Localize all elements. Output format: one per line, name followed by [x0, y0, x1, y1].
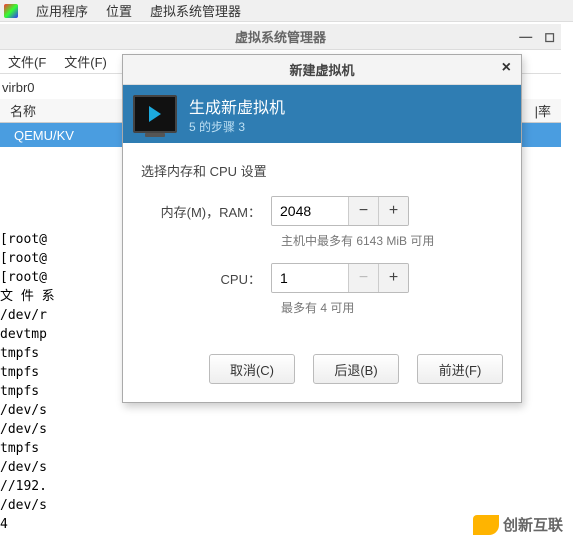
ram-label: 内存(M)，RAM： [141, 202, 271, 221]
dialog-banner: 生成新虚拟机 5 的步骤 3 [123, 85, 521, 143]
section-label: 选择内存和 CPU 设置 [141, 161, 503, 180]
terminal-output: [root@ [root@ [root@ 文 件 系 /dev/r devtmp… [0, 230, 55, 534]
ram-input[interactable] [272, 197, 348, 225]
brand-watermark: 创新互联 [473, 514, 563, 535]
ram-spinner: − + [271, 196, 409, 226]
brand-logo-icon [473, 515, 499, 535]
ram-plus-button[interactable]: + [378, 197, 408, 225]
close-icon[interactable]: × [502, 59, 511, 77]
cpu-plus-button[interactable]: + [378, 264, 408, 292]
cpu-input[interactable] [272, 264, 348, 292]
dialog-title-text: 新建虚拟机 [289, 60, 354, 79]
ram-row: 内存(M)，RAM： − + [141, 196, 503, 226]
cpu-spinner: − + [271, 263, 409, 293]
menu-vmm[interactable]: 虚拟系统管理器 [150, 1, 241, 20]
forward-button[interactable]: 前进(F) [417, 354, 503, 384]
ram-minus-button[interactable]: − [348, 197, 378, 225]
desktop-menubar: 应用程序 位置 虚拟系统管理器 [0, 0, 573, 22]
monitor-icon [133, 95, 177, 133]
back-button[interactable]: 后退(B) [313, 354, 399, 384]
minimize-icon[interactable]: — [519, 29, 532, 45]
file-menu-2[interactable]: 文件(F) [64, 52, 107, 71]
menu-location[interactable]: 位置 [106, 1, 132, 20]
vmm-title-text: 虚拟系统管理器 [235, 27, 326, 46]
dialog-titlebar: 新建虚拟机 × [123, 55, 521, 85]
dialog-body: 选择内存和 CPU 设置 内存(M)，RAM： − + 主机中最多有 6143 … [123, 143, 521, 340]
cpu-hint: 最多有 4 可用 [281, 299, 503, 316]
maximize-icon[interactable]: ◻ [544, 29, 555, 45]
ram-hint: 主机中最多有 6143 MiB 可用 [281, 232, 503, 249]
dialog-footer: 取消(C) 后退(B) 前进(F) [123, 340, 521, 402]
brand-text: 创新互联 [503, 514, 563, 535]
new-vm-dialog: 新建虚拟机 × 生成新虚拟机 5 的步骤 3 选择内存和 CPU 设置 内存(M… [122, 54, 522, 403]
cpu-minus-button: − [348, 264, 378, 292]
file-menu-1[interactable]: 文件(F [8, 52, 46, 71]
cancel-button[interactable]: 取消(C) [209, 354, 295, 384]
vmm-titlebar: 虚拟系统管理器 — ◻ [0, 24, 561, 50]
apps-icon [4, 4, 18, 18]
banner-title: 生成新虚拟机 [189, 94, 285, 118]
banner-step: 5 的步骤 3 [189, 118, 285, 135]
cpu-row: CPU： − + [141, 263, 503, 293]
cpu-label: CPU： [141, 269, 271, 288]
menu-applications[interactable]: 应用程序 [36, 1, 88, 20]
col-usage: |率 [535, 101, 551, 120]
